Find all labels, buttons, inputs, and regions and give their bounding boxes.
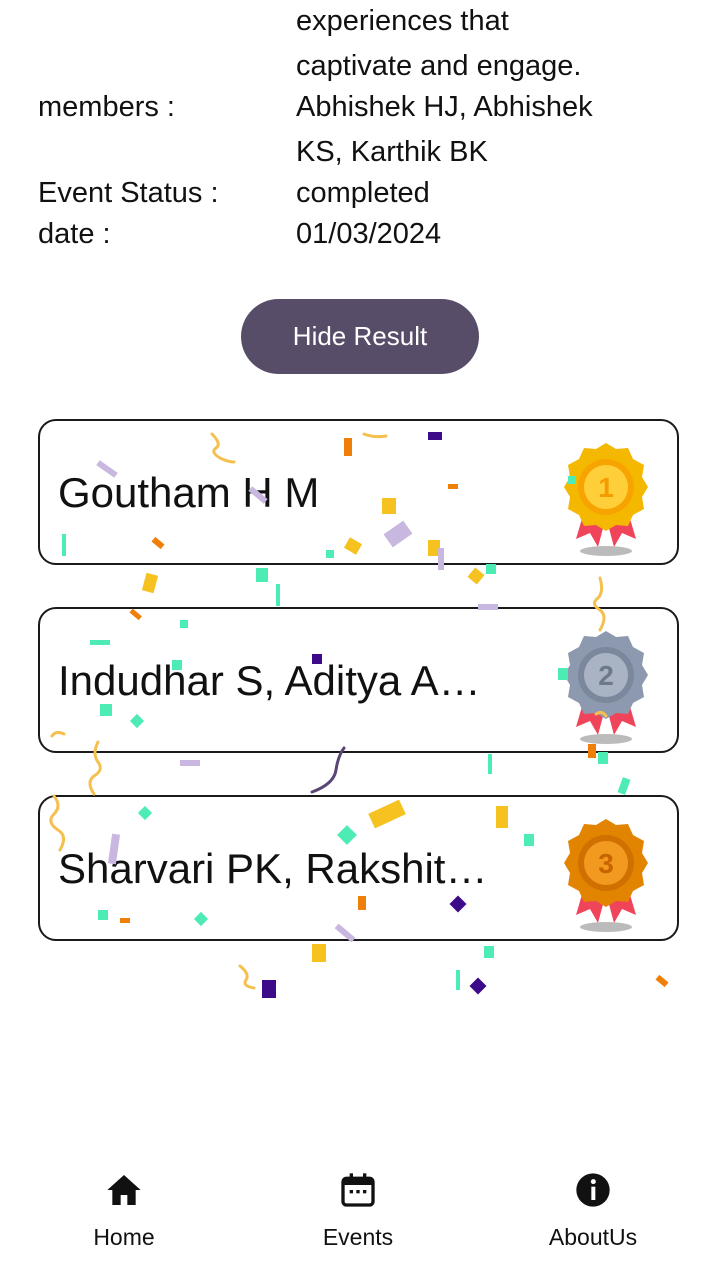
event-status-value: completed bbox=[296, 177, 430, 209]
description-text-line-1: experiences that bbox=[296, 5, 509, 37]
winner-name: Indudhar S, Aditya A… bbox=[58, 657, 481, 704]
svg-text:3: 3 bbox=[598, 848, 614, 879]
winner-name: Sharvari PK, Rakshit… bbox=[58, 845, 488, 892]
result-card-first: Goutham H M 1 bbox=[38, 419, 679, 565]
nav-events[interactable]: Events bbox=[278, 1170, 438, 1270]
description-text-line-2: captivate and engage. bbox=[296, 50, 582, 82]
event-status-label: Event Status : bbox=[38, 177, 219, 209]
nav-about[interactable]: AboutUs bbox=[513, 1170, 673, 1270]
svg-text:2: 2 bbox=[598, 660, 614, 691]
date-label: date : bbox=[38, 218, 111, 250]
home-icon bbox=[107, 1175, 141, 1205]
hide-result-button[interactable]: Hide Result bbox=[241, 299, 479, 374]
members-label: members : bbox=[38, 91, 175, 123]
svg-text:1: 1 bbox=[598, 472, 614, 503]
nav-about-label: AboutUs bbox=[548, 1224, 638, 1250]
bottom-navigation: Home Events AboutUs bbox=[0, 1160, 720, 1280]
date-value: 01/03/2024 bbox=[296, 218, 442, 250]
winner-name: Goutham H M bbox=[58, 469, 320, 516]
members-value-line-1: Abhishek HJ, Abhishek bbox=[296, 91, 593, 123]
result-card-second: Indudhar S, Aditya A… 2 bbox=[38, 607, 679, 753]
members-value-line-2: KS, Karthik BK bbox=[296, 136, 488, 168]
nav-home-label: Home bbox=[93, 1224, 155, 1250]
calendar-icon bbox=[341, 1173, 375, 1207]
silver-medal-icon: 2 bbox=[564, 631, 648, 744]
gold-medal-icon: 1 bbox=[564, 443, 648, 556]
result-card-third: Sharvari PK, Rakshit… 3 bbox=[38, 795, 679, 941]
nav-events-label: Events bbox=[322, 1224, 394, 1250]
nav-home[interactable]: Home bbox=[44, 1170, 204, 1270]
bronze-medal-icon: 3 bbox=[564, 819, 648, 932]
info-icon bbox=[576, 1173, 610, 1207]
